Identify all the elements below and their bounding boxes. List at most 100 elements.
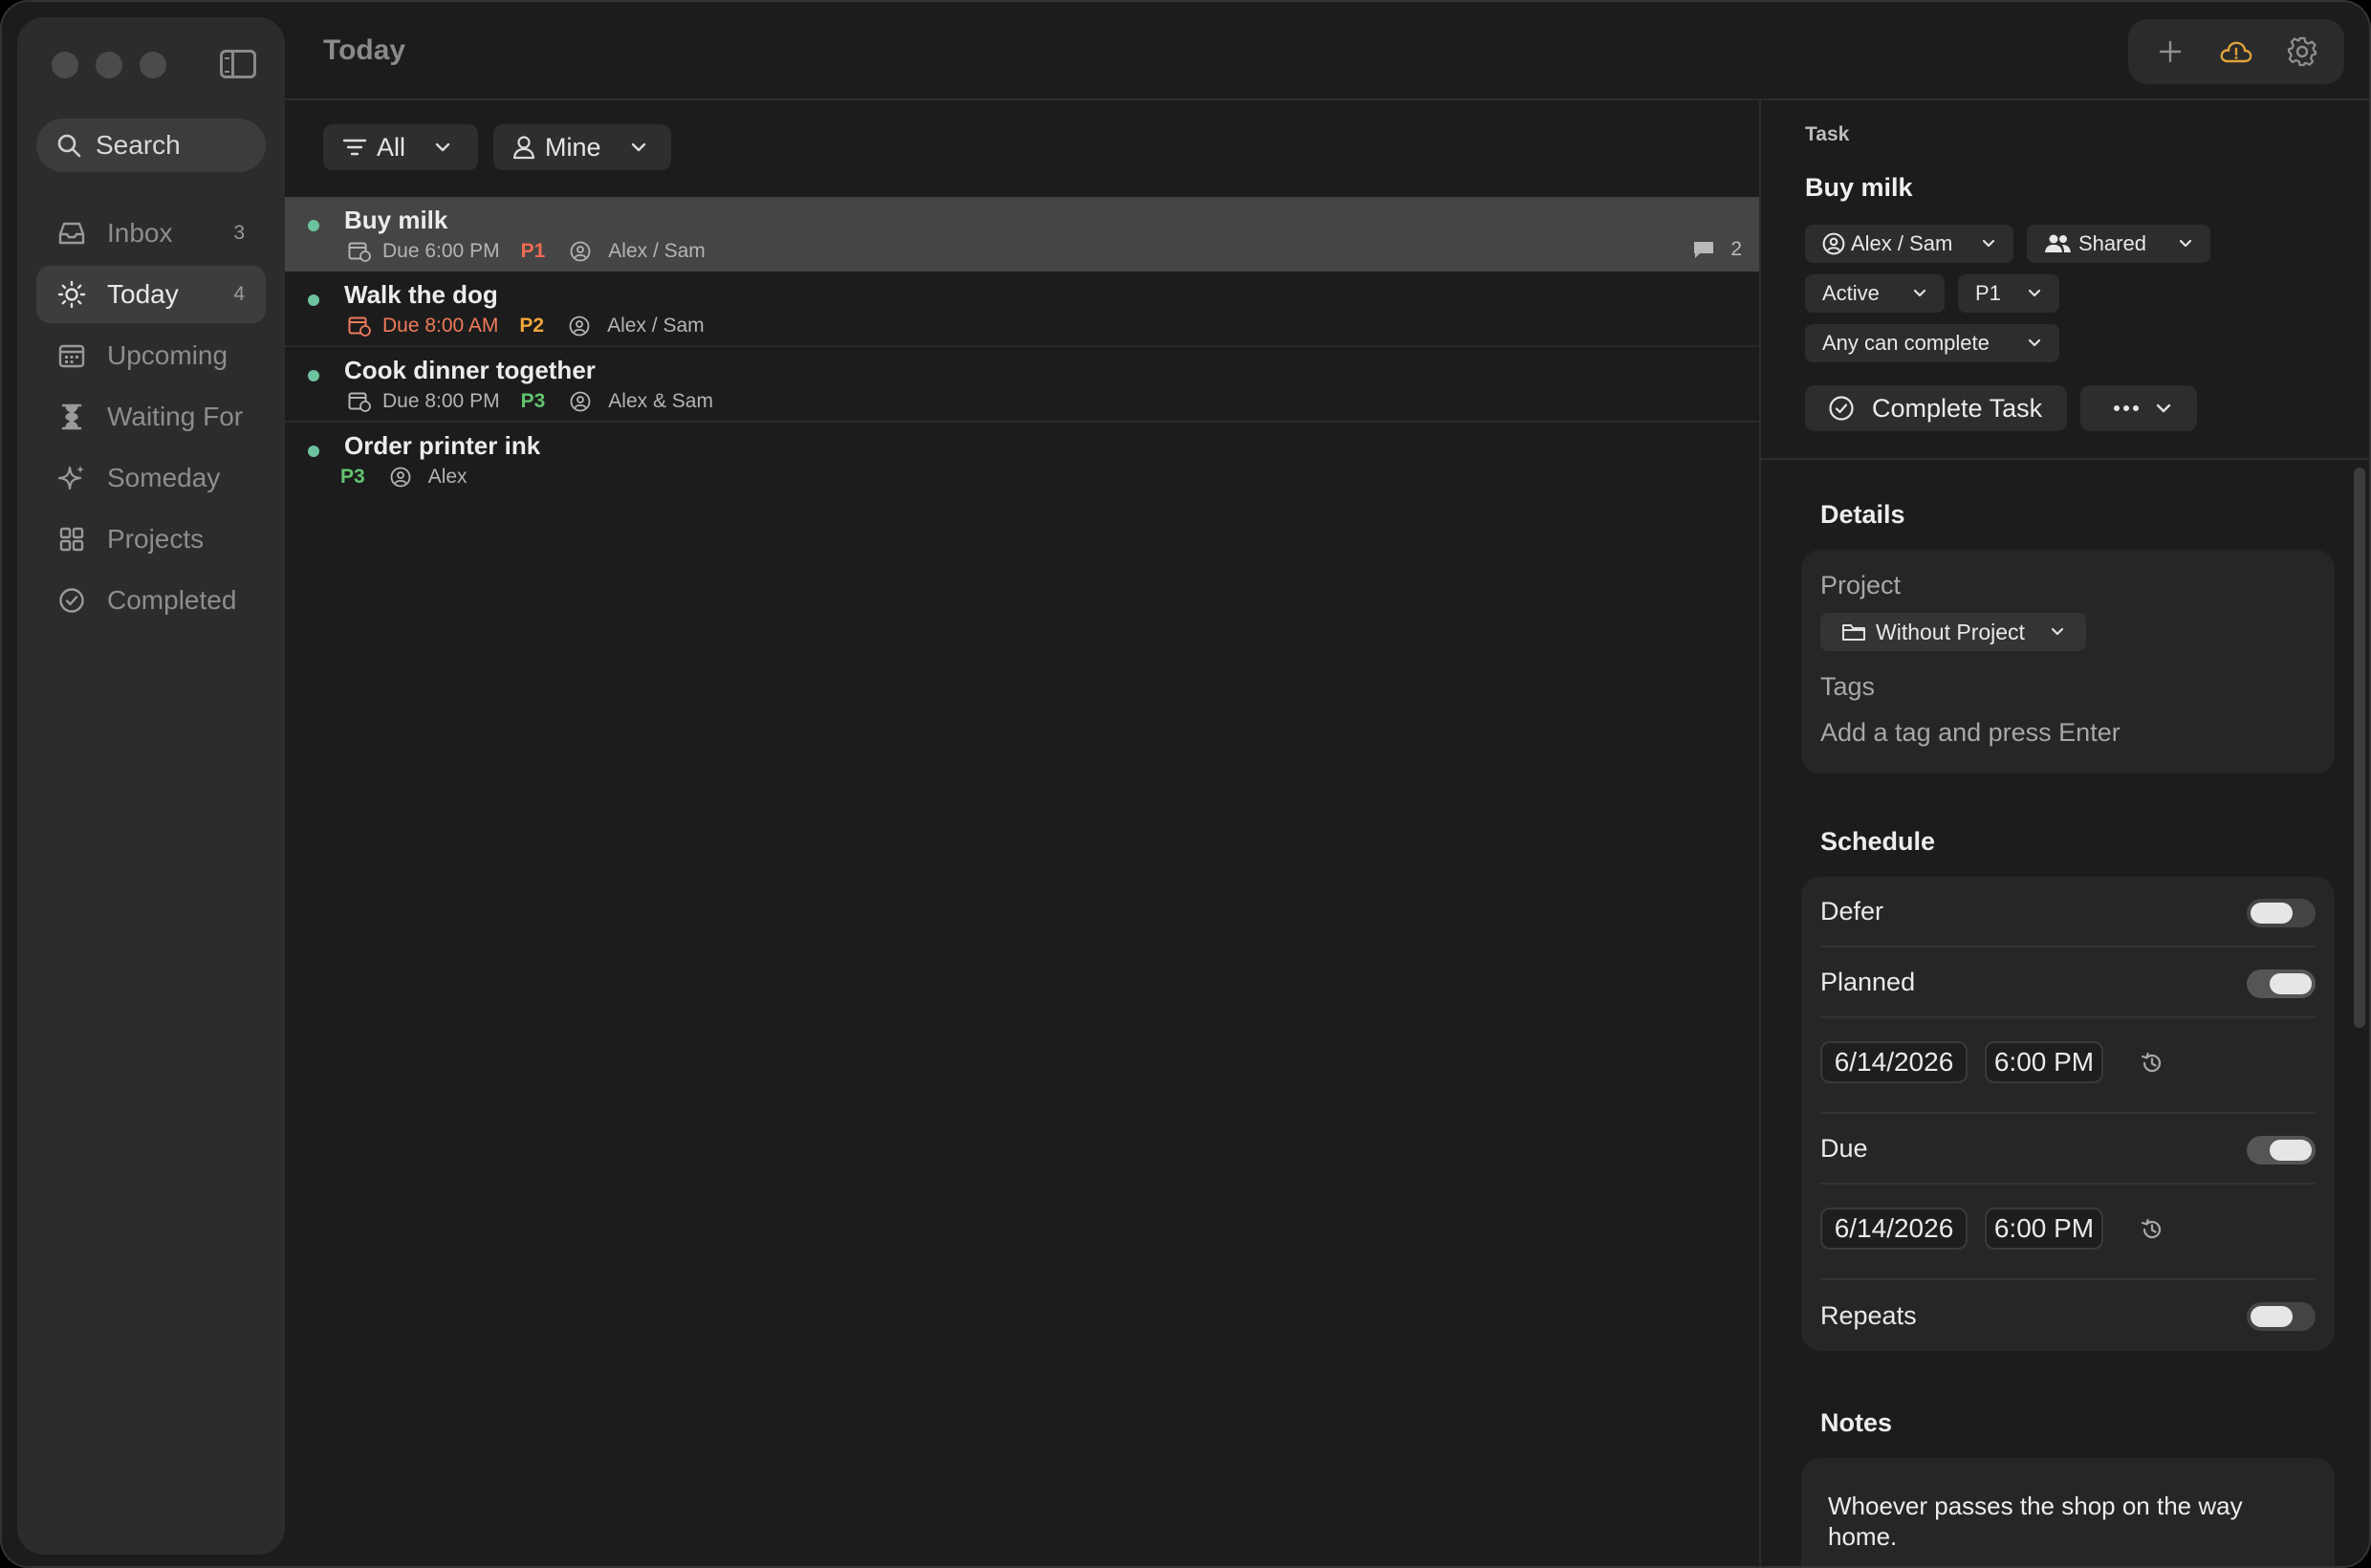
hourglass-icon	[57, 403, 86, 431]
person-circle-icon	[390, 467, 411, 488]
sidebar-item-label: Projects	[107, 524, 205, 554]
gear-icon[interactable]	[2281, 31, 2323, 73]
chevron-down-icon	[435, 142, 450, 152]
inbox-icon	[57, 219, 86, 248]
grid-icon	[57, 525, 86, 554]
task-meta: P3 Alex	[340, 466, 468, 489]
comment-count-label: 2	[1730, 238, 1742, 260]
sidebar-item-label: Waiting For	[107, 402, 244, 431]
task-assignee: Alex / Sam	[570, 240, 706, 263]
check-circle-icon	[57, 586, 86, 615]
status-dot[interactable]	[308, 220, 319, 231]
search-field[interactable]: Search	[36, 119, 266, 172]
priority-dropdown[interactable]: P1	[1958, 274, 2059, 313]
detail-task-title[interactable]: Buy milk	[1805, 173, 1913, 203]
sidebar-item-label: Today	[107, 279, 179, 309]
due-row: Due	[1820, 1114, 2316, 1185]
sidebar-item-today[interactable]: Today 4	[36, 266, 266, 323]
task-row[interactable]: Order printer ink P3 Alex	[285, 423, 1759, 498]
due-time-field[interactable]: 6:00 PM	[1985, 1208, 2103, 1250]
sun-icon	[57, 280, 86, 309]
check-circle-icon	[1829, 396, 1854, 421]
sidebar-toggle-icon[interactable]	[220, 50, 256, 78]
task-title: Walk the dog	[344, 280, 498, 309]
defer-toggle[interactable]	[2247, 899, 2316, 927]
close-window-button[interactable]	[52, 52, 78, 78]
toolbar-actions	[2128, 19, 2344, 84]
sharing-dropdown[interactable]: Shared	[2027, 225, 2210, 263]
task-due: Due 8:00 PM	[382, 390, 500, 412]
schedule-heading: Schedule	[1820, 827, 1936, 856]
status-value: Active	[1822, 281, 1880, 305]
chevron-down-icon	[2028, 338, 2041, 347]
assignee-value: Alex / Sam	[1851, 231, 1953, 255]
more-actions-button[interactable]	[2080, 385, 2197, 431]
task-assignee-label: Alex / Sam	[607, 315, 705, 337]
task-due: Due 8:00 AM	[382, 315, 499, 337]
task-row[interactable]: Cook dinner together Due 8:00 PM P3 Alex…	[285, 347, 1759, 423]
zoom-window-button[interactable]	[140, 52, 166, 78]
window-controls	[52, 52, 166, 78]
notes-field[interactable]: Whoever passes the shop on the way home.	[1801, 1458, 2335, 1566]
sidebar-item-someday[interactable]: Someday	[36, 449, 266, 507]
planned-date-field[interactable]: 6/14/2026	[1820, 1041, 1968, 1083]
planned-label: Planned	[1820, 967, 1916, 996]
history-icon[interactable]	[2140, 1051, 2164, 1076]
sharing-value: Shared	[2078, 231, 2146, 255]
assignee-dropdown[interactable]: Alex / Sam	[1805, 225, 2013, 263]
sidebar-item-inbox[interactable]: Inbox 3	[36, 205, 266, 262]
sidebar-item-waiting-for[interactable]: Waiting For	[36, 388, 266, 446]
cloud-sync-icon[interactable]	[2215, 31, 2257, 73]
history-icon[interactable]	[2140, 1217, 2164, 1242]
filter-all-dropdown[interactable]: All	[323, 124, 478, 170]
due-toggle[interactable]	[2247, 1136, 2316, 1165]
sidebar: Search Inbox 3 Today 4 Upcoming Waiting …	[17, 17, 285, 1555]
minimize-window-button[interactable]	[96, 52, 122, 78]
complete-task-button[interactable]: Complete Task	[1805, 385, 2067, 431]
task-title: Buy milk	[344, 206, 448, 234]
task-assignee-label: Alex	[427, 466, 468, 488]
tags-label: Tags	[1820, 672, 1876, 701]
task-assignee: Alex / Sam	[569, 315, 705, 338]
status-dot[interactable]	[308, 294, 319, 306]
task-meta: Due 8:00 PM P3 Alex & Sam	[348, 390, 713, 413]
folder-icon	[1842, 624, 1865, 641]
planned-time-field[interactable]: 6:00 PM	[1985, 1041, 2103, 1083]
people-icon	[2045, 234, 2071, 252]
filter-mine-label: Mine	[545, 132, 601, 162]
completion-rule-value: Any can complete	[1822, 331, 1990, 355]
priority-value: P1	[1975, 281, 2001, 305]
tag-input[interactable]: Add a tag and press Enter	[1820, 718, 2121, 748]
task-row[interactable]: Walk the dog Due 8:00 AM P2 Alex / Sam	[285, 272, 1759, 347]
comment-count[interactable]: 2	[1692, 238, 1742, 261]
repeats-toggle[interactable]	[2247, 1302, 2316, 1331]
planned-toggle[interactable]	[2247, 969, 2316, 998]
sidebar-item-upcoming[interactable]: Upcoming	[36, 327, 266, 384]
status-dropdown[interactable]: Active	[1805, 274, 1945, 313]
task-priority: P3	[520, 390, 546, 412]
project-dropdown[interactable]: Without Project	[1820, 613, 2086, 651]
person-circle-icon	[569, 316, 590, 337]
status-dot[interactable]	[308, 446, 319, 457]
chevron-down-icon	[1913, 289, 1926, 297]
add-icon[interactable]	[2149, 31, 2191, 73]
sidebar-item-label: Someday	[107, 463, 221, 492]
calendar-clock-icon	[348, 392, 371, 412]
due-date-field[interactable]: 6/14/2026	[1820, 1208, 1968, 1250]
filter-lines-icon	[342, 139, 367, 156]
detail-scrollbar[interactable]	[2354, 468, 2365, 1028]
detail-divider	[1761, 458, 2369, 460]
notes-heading: Notes	[1820, 1408, 1893, 1437]
sidebar-item-projects[interactable]: Projects	[36, 511, 266, 568]
today-count: 4	[233, 283, 245, 305]
status-dot[interactable]	[308, 370, 319, 381]
sidebar-item-completed[interactable]: Completed	[36, 572, 266, 629]
sidebar-item-label: Upcoming	[107, 340, 228, 370]
filter-mine-dropdown[interactable]: Mine	[493, 124, 671, 170]
completion-rule-dropdown[interactable]: Any can complete	[1805, 324, 2059, 362]
task-list: Buy milk Due 6:00 PM P1 Alex / Sam 2 Wal…	[285, 197, 1759, 498]
ellipsis-icon	[2114, 405, 2139, 411]
task-row[interactable]: Buy milk Due 6:00 PM P1 Alex / Sam 2	[285, 197, 1759, 272]
inbox-count: 3	[233, 222, 245, 244]
sparkle-icon	[57, 464, 86, 492]
